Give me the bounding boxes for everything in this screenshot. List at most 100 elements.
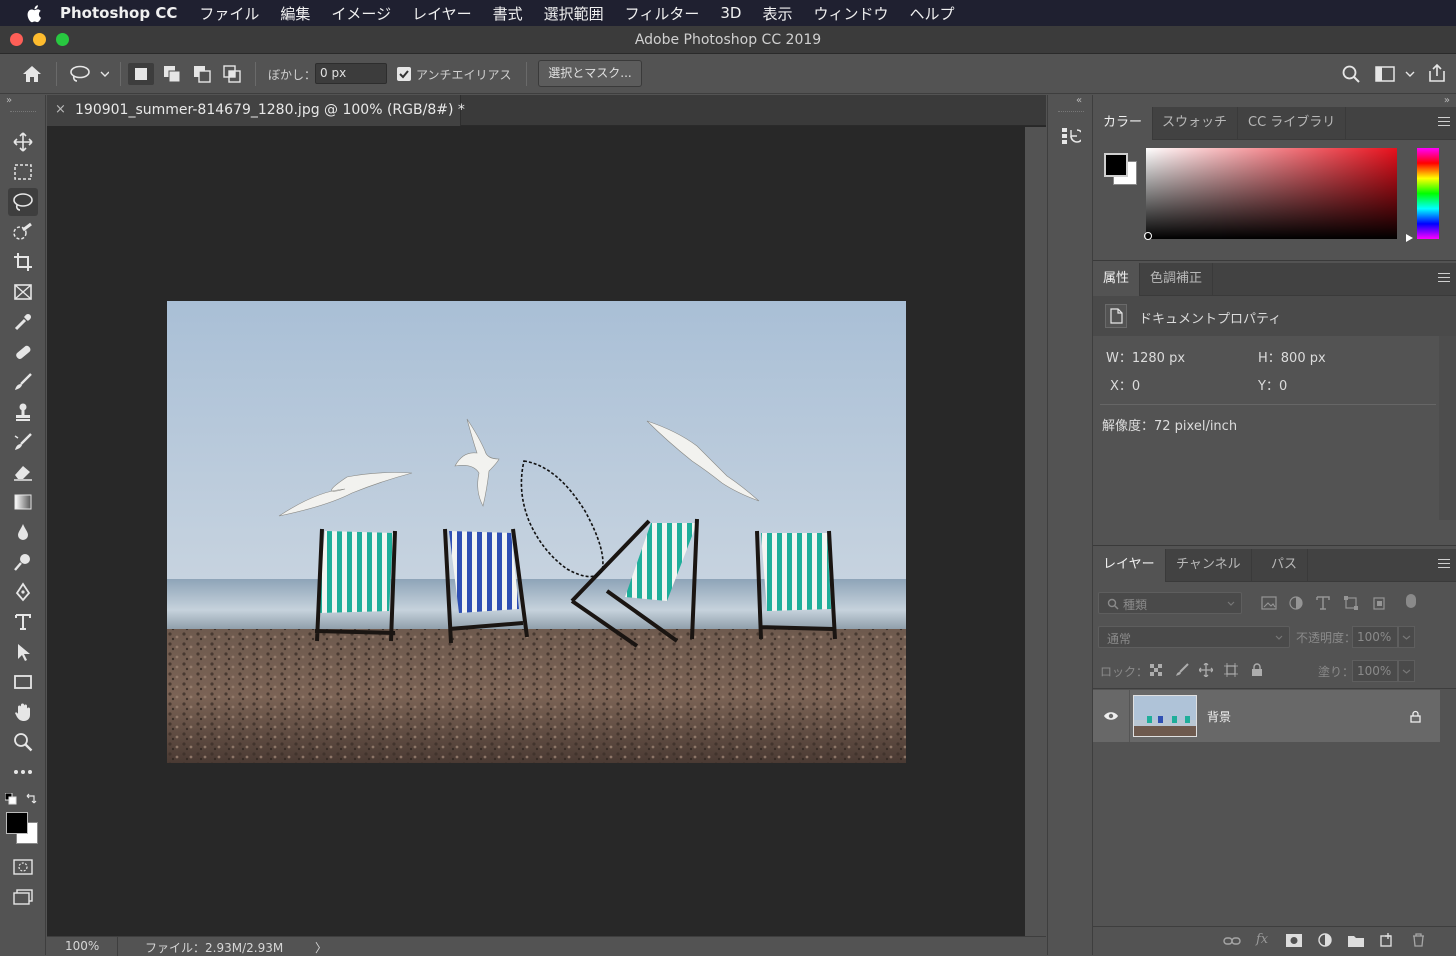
menu-image[interactable]: イメージ [331, 3, 391, 24]
subtract-from-selection-icon[interactable] [189, 63, 215, 85]
eye-icon[interactable] [1101, 706, 1121, 726]
frame-tool-icon[interactable] [8, 278, 38, 306]
filter-type-icon[interactable] [1314, 594, 1332, 612]
tab-layers[interactable]: レイヤー [1093, 549, 1166, 582]
collapse-panels-icon[interactable]: « [1076, 95, 1082, 106]
status-menu-arrow[interactable]: 〉 [315, 939, 327, 956]
delete-layer-icon[interactable] [1409, 932, 1427, 948]
layer-row[interactable]: 背景 [1093, 690, 1440, 742]
fill-dropdown-icon[interactable] [1398, 660, 1415, 682]
quick-selection-tool-icon[interactable] [8, 218, 38, 246]
tab-paths[interactable]: パス [1261, 549, 1309, 582]
move-tool-icon[interactable] [8, 128, 38, 156]
menu-3d[interactable]: 3D [720, 4, 741, 22]
lasso-tool-preset-icon[interactable] [66, 63, 110, 85]
menu-window[interactable]: ウィンドウ [813, 3, 888, 24]
share-icon[interactable] [1426, 61, 1448, 85]
type-tool-icon[interactable] [8, 608, 38, 636]
dodge-tool-icon[interactable] [8, 548, 38, 576]
hand-tool-icon[interactable] [8, 698, 38, 726]
chevron-down-icon[interactable] [1402, 63, 1418, 85]
collapse-right-panels-icon[interactable]: » [1444, 95, 1450, 106]
new-layer-icon[interactable] [1378, 932, 1396, 948]
color-picker-handle[interactable] [1144, 232, 1152, 240]
opacity-dropdown-icon[interactable] [1398, 626, 1415, 648]
blend-mode-select[interactable]: 通常 [1098, 626, 1290, 648]
path-selection-tool-icon[interactable] [8, 638, 38, 666]
hue-slider[interactable] [1417, 148, 1439, 239]
expand-toolbar-icon[interactable]: » [6, 95, 12, 106]
panel-menu-icon[interactable] [1438, 559, 1450, 571]
color-panel-foreground-swatch[interactable] [1104, 153, 1128, 177]
feather-input[interactable]: 0 px [315, 63, 387, 84]
new-group-icon[interactable] [1347, 932, 1365, 948]
history-panel-icon[interactable] [1058, 123, 1084, 149]
rectangle-tool-icon[interactable] [8, 668, 38, 696]
tab-swatches[interactable]: スウォッチ [1152, 107, 1239, 140]
blur-tool-icon[interactable] [8, 518, 38, 546]
search-icon[interactable] [1340, 63, 1362, 85]
hue-slider-handle[interactable] [1406, 234, 1413, 242]
menu-filter[interactable]: フィルター [625, 3, 700, 24]
quick-mask-icon[interactable] [8, 853, 38, 881]
link-layers-icon[interactable] [1222, 933, 1242, 949]
menu-file[interactable]: ファイル [199, 3, 259, 24]
layer-name[interactable]: 背景 [1207, 708, 1231, 725]
filter-smart-object-icon[interactable] [1370, 594, 1388, 612]
brush-tool-icon[interactable] [8, 368, 38, 396]
adjustment-layer-icon[interactable] [1316, 932, 1334, 948]
filter-toggle[interactable] [1406, 594, 1416, 608]
lasso-tool-icon[interactable] [8, 188, 38, 216]
filter-pixel-icon[interactable] [1260, 594, 1278, 612]
lock-transparent-pixels-icon[interactable] [1148, 662, 1164, 678]
antialias-checkbox[interactable] [397, 67, 411, 81]
document-tab[interactable]: × 190901_summer-814679_1280.jpg @ 100% (… [47, 95, 465, 126]
close-document-icon[interactable]: × [55, 102, 66, 117]
tab-channels[interactable]: チャンネル [1166, 549, 1252, 582]
select-and-mask-button[interactable]: 選択とマスク... [538, 60, 642, 87]
zoom-level[interactable]: 100% [65, 939, 99, 953]
eraser-tool-icon[interactable] [8, 458, 38, 486]
tab-properties[interactable]: 属性 [1093, 263, 1141, 296]
default-colors-icon[interactable] [4, 792, 17, 805]
menu-view[interactable]: 表示 [762, 3, 792, 24]
gradient-tool-icon[interactable] [8, 488, 38, 516]
lock-artboard-icon[interactable] [1223, 662, 1239, 678]
lock-image-pixels-icon[interactable] [1174, 662, 1190, 678]
document-image[interactable] [167, 301, 906, 763]
panel-menu-icon[interactable] [1438, 117, 1450, 129]
menu-help[interactable]: ヘルプ [910, 3, 955, 24]
menu-type[interactable]: 書式 [493, 3, 523, 24]
home-icon[interactable] [20, 63, 44, 85]
tab-cc-libraries[interactable]: CC ライブラリ [1238, 107, 1347, 140]
foreground-color-swatch[interactable] [6, 812, 28, 834]
color-field-picker[interactable] [1146, 148, 1397, 239]
swap-colors-icon[interactable] [25, 792, 37, 804]
layer-filter-select[interactable]: 種類 [1098, 592, 1242, 614]
panel-menu-icon[interactable] [1438, 273, 1450, 285]
add-mask-icon[interactable] [1285, 932, 1303, 948]
properties-scrollbar[interactable] [1439, 336, 1456, 520]
tab-adjustments[interactable]: 色調補正 [1140, 263, 1214, 296]
screen-mode-icon[interactable] [8, 883, 38, 911]
filter-shape-icon[interactable] [1342, 594, 1360, 612]
more-tools-icon[interactable] [8, 758, 38, 786]
fill-input[interactable]: 100% [1352, 660, 1398, 682]
filter-adjustment-icon[interactable] [1287, 594, 1305, 612]
new-selection-icon[interactable] [128, 63, 154, 85]
eyedropper-tool-icon[interactable] [8, 308, 38, 336]
healing-brush-tool-icon[interactable] [8, 338, 38, 366]
menu-edit[interactable]: 編集 [280, 3, 310, 24]
zoom-tool-icon[interactable] [8, 728, 38, 756]
intersect-selection-icon[interactable] [219, 63, 245, 85]
history-brush-tool-icon[interactable] [8, 428, 38, 456]
menu-select[interactable]: 選択範囲 [544, 3, 604, 24]
clone-stamp-tool-icon[interactable] [8, 398, 38, 426]
tab-color[interactable]: カラー [1093, 107, 1154, 140]
lock-position-icon[interactable] [1198, 662, 1214, 678]
rectangular-marquee-tool-icon[interactable] [8, 158, 38, 186]
workspace-icon[interactable] [1374, 63, 1396, 85]
lock-all-icon[interactable] [1249, 662, 1265, 678]
apple-icon[interactable] [22, 3, 46, 23]
pen-tool-icon[interactable] [8, 578, 38, 606]
